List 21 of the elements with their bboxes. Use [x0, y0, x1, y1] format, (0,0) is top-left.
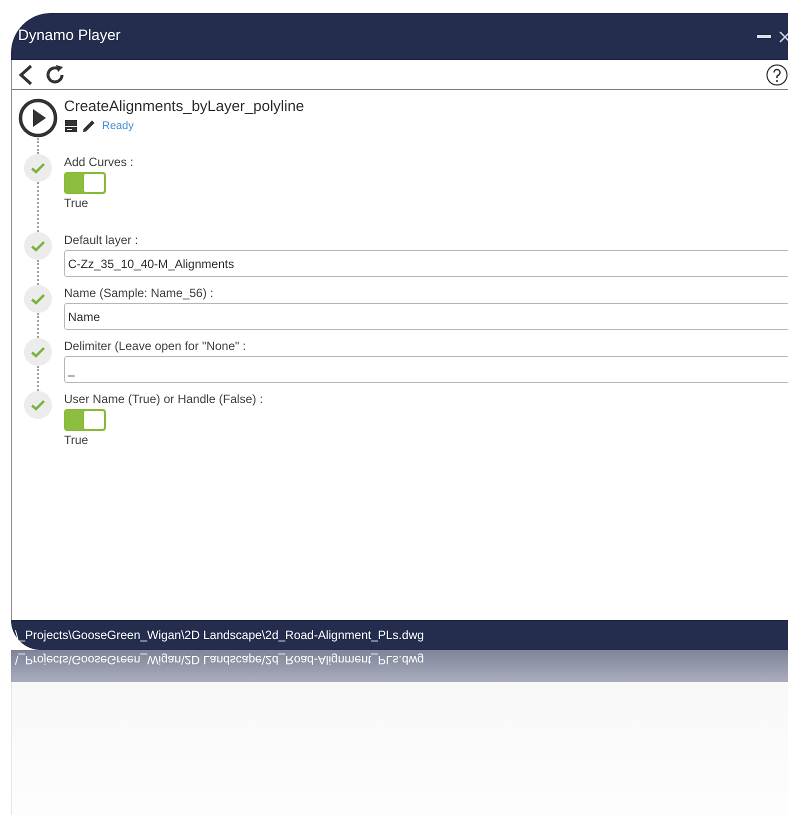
minimize-icon[interactable]	[757, 34, 771, 38]
input-label: Default layer :	[64, 232, 140, 248]
input-label: User Name (True) or Handle (False) :	[64, 391, 264, 407]
window-title: Dynamo Player	[18, 26, 121, 46]
play-icon[interactable]	[18, 98, 58, 138]
input-label: Add Curves :	[64, 154, 134, 170]
input-field[interactable]: Name	[64, 303, 788, 330]
pencil-icon[interactable]	[82, 119, 96, 134]
computer-icon[interactable]	[64, 119, 78, 134]
input-field[interactable]: C-Zz_35_10_40-M_Alignments	[64, 250, 788, 277]
close-icon[interactable]	[779, 30, 788, 42]
status-text: Ready	[102, 119, 134, 134]
help-icon[interactable]	[766, 64, 788, 86]
input-label: Delimiter (Leave open for "None" :	[64, 338, 247, 354]
back-icon[interactable]	[18, 64, 34, 86]
refresh-icon[interactable]	[44, 64, 66, 86]
input-label: Name (Sample: Name_56) :	[64, 285, 214, 301]
file-path: \_Projects\GooseGreen_Wigan\2D Landscape\2d_Road-Alignment_PLs.dwg	[15, 627, 424, 644]
reflected-file-path: \_Projects\GooseGreen_Wigan\2D Landscape\2d_Road-Alignment_PLs.dwg	[15, 652, 424, 669]
script-name: CreateAlignments_byLayer_polyline	[64, 98, 304, 116]
input-field[interactable]: _	[64, 356, 788, 383]
